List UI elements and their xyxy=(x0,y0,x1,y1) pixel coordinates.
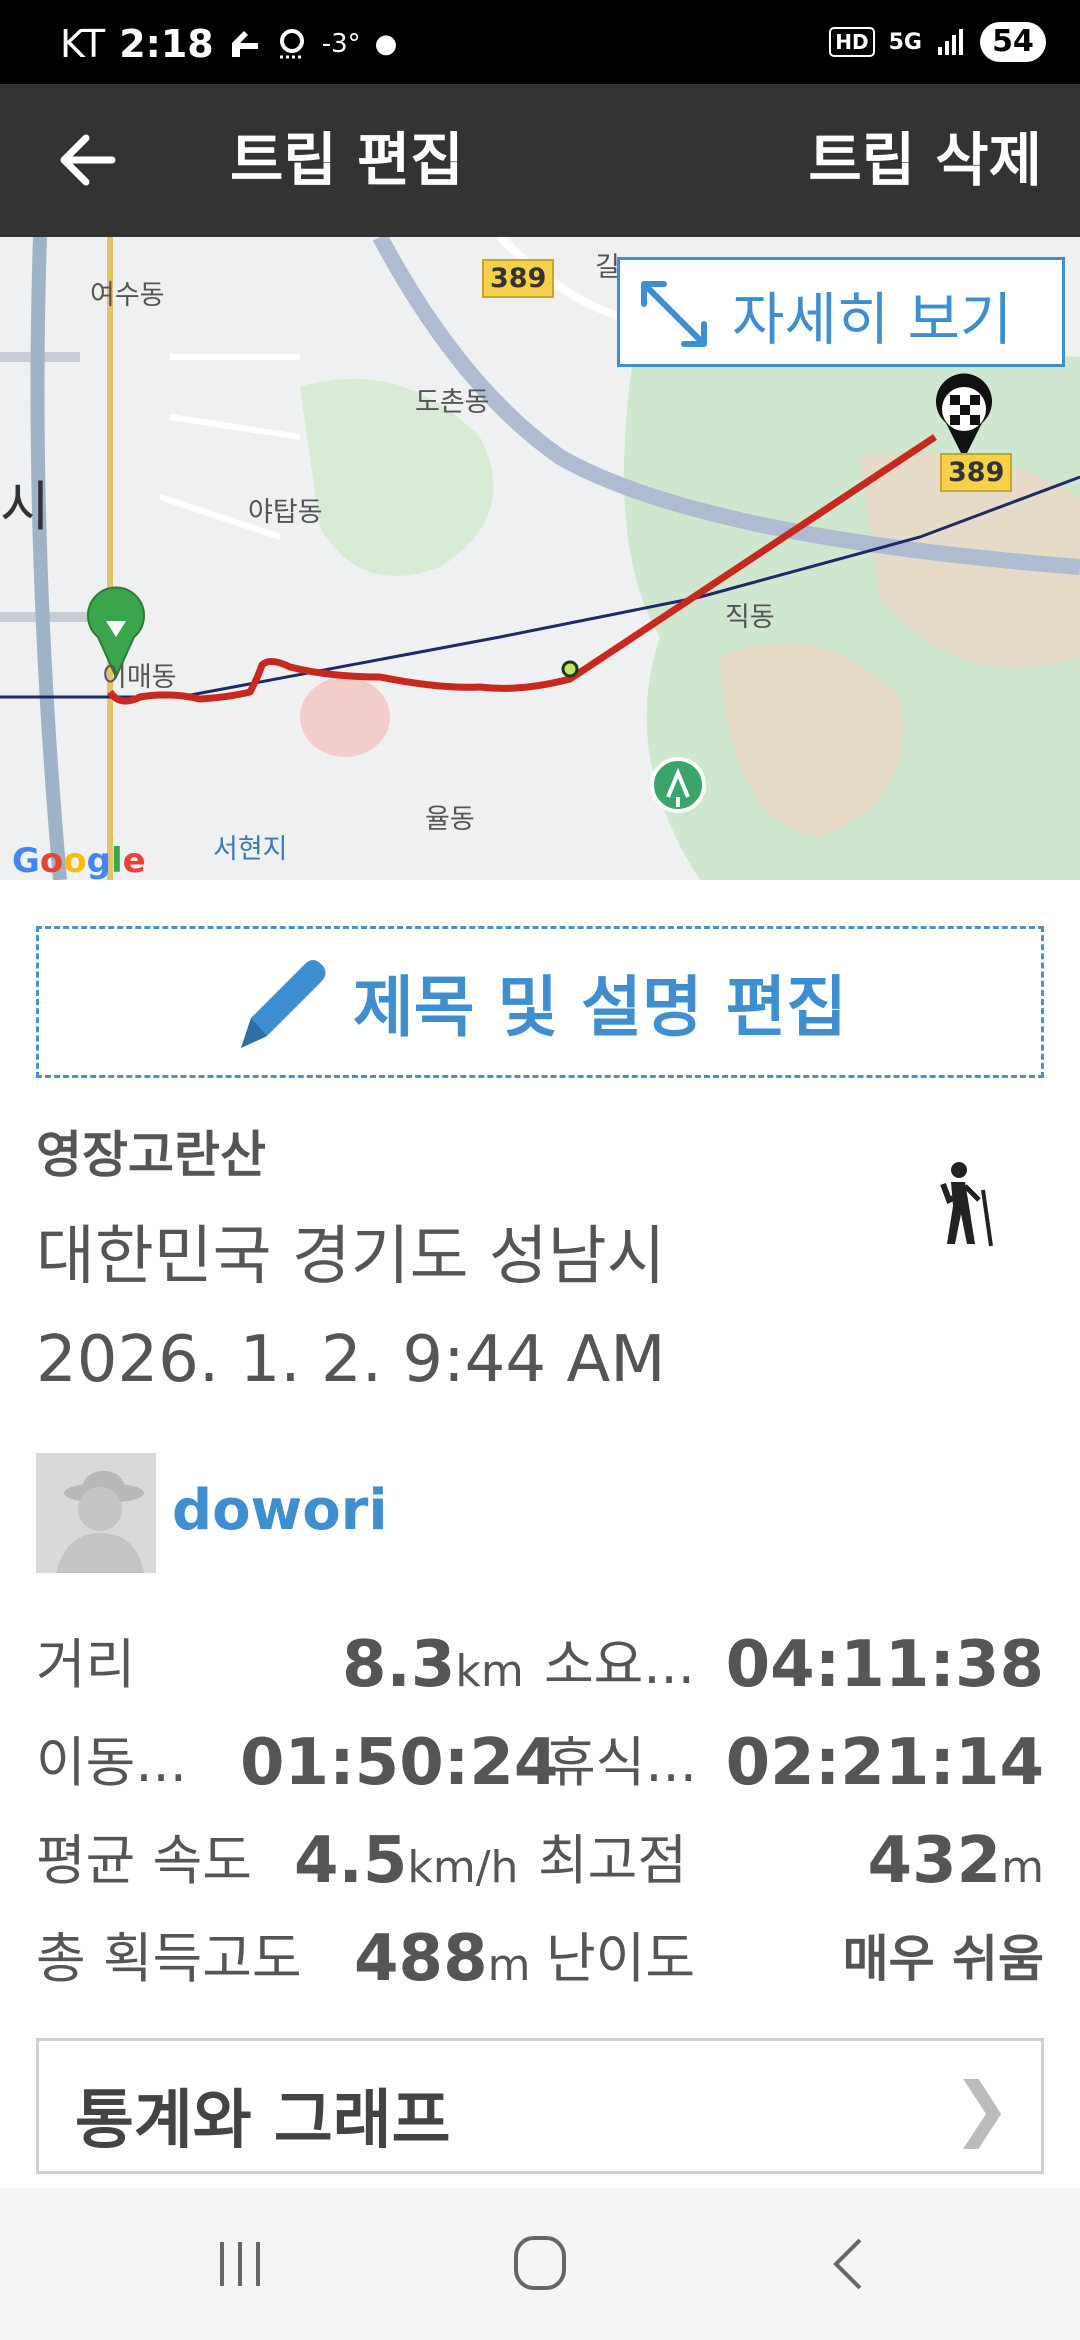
user-avatar[interactable] xyxy=(36,1453,156,1573)
avg-speed-label: 평균 속도 xyxy=(36,1829,252,1892)
duration-value: 04:11:38 xyxy=(725,1628,1044,1702)
stats-row-2: 이동... 01:50:24 휴식... 02:21:14 xyxy=(36,1718,1044,1808)
elevation-gain-value: 488m xyxy=(354,1914,530,2020)
difficulty-label: 난이도 xyxy=(546,1927,696,1990)
map-label-yul: 율동 xyxy=(425,804,475,835)
elevation-gain-label: 총 획득고도 xyxy=(36,1927,302,1990)
weather-icon xyxy=(279,29,304,59)
map-label-imae: 이매동 xyxy=(102,662,177,693)
trip-map[interactable]: 여수동 도촌동 야탑동 이매동 직동 율동 서현지 시 길 389 389 자세… xyxy=(0,237,1080,880)
hd-badge: HD xyxy=(829,27,875,57)
battery-indicator: 54 xyxy=(980,22,1046,62)
expand-icon xyxy=(641,281,707,347)
carrier-label: KT xyxy=(60,22,106,66)
arrow-left-icon xyxy=(60,134,116,186)
stats-row-4: 총 획득고도 488m 난이도 매우 쉬움 xyxy=(36,1914,1044,2004)
signal-icon xyxy=(938,29,963,55)
navigation-icon xyxy=(231,31,258,57)
stats-row-3: 평균 속도 4.5km/h 최고점 432m xyxy=(36,1816,1044,1906)
max-altitude-unit: m xyxy=(1001,1842,1044,1893)
recent-apps-button[interactable] xyxy=(200,2228,280,2300)
user-silhouette-icon xyxy=(36,1453,156,1573)
distance-number: 8.3 xyxy=(342,1628,456,1702)
hiker-icon xyxy=(940,1162,993,1247)
username-link[interactable]: dowori xyxy=(172,1478,388,1543)
map-label-dochon: 도촌동 xyxy=(415,387,490,418)
back-button[interactable] xyxy=(52,124,124,196)
page-title: 트립 편집 xyxy=(230,126,464,194)
google-logo: Google xyxy=(12,841,146,880)
map-label-yatap: 야탑동 xyxy=(248,497,323,528)
moving-time-label: 이동... xyxy=(36,1731,187,1794)
temperature: -3° xyxy=(321,29,361,59)
status-right: HD 5G 54 xyxy=(829,22,1046,62)
trip-name: 영장고란산 xyxy=(36,1126,266,1184)
trip-date: 2026. 1. 2. 9:44 AM xyxy=(36,1323,666,1397)
moving-time-value: 01:50:24 xyxy=(240,1726,559,1800)
edit-title-description-button[interactable]: 제목 및 설명 편집 xyxy=(36,926,1044,1078)
trip-location: 대한민국 경기도 성남시 xyxy=(36,1220,666,1294)
expand-map-button[interactable]: 자세히 보기 xyxy=(617,257,1065,367)
map-label-si: 시 xyxy=(0,475,50,538)
system-back-button[interactable] xyxy=(810,2228,890,2300)
distance-value: 8.3km xyxy=(342,1620,524,1726)
stats-graph-label: 통계와 그래프 xyxy=(75,2084,451,2158)
expand-map-label: 자세히 보기 xyxy=(732,287,1013,353)
clock: 2:18 xyxy=(119,22,214,66)
stats-graph-button[interactable]: 통계와 그래프 ❯ xyxy=(36,2038,1044,2174)
stats-row-1: 거리 8.3km 소요... 04:11:38 xyxy=(36,1620,1044,1710)
avg-speed-number: 4.5 xyxy=(294,1824,408,1898)
home-button[interactable] xyxy=(500,2228,580,2300)
distance-unit: km xyxy=(455,1646,524,1697)
max-altitude-label: 최고점 xyxy=(538,1829,688,1892)
duration-label: 소요... xyxy=(544,1633,695,1696)
home-icon xyxy=(514,2236,566,2290)
network-badge: 5G xyxy=(888,29,922,55)
road-number-badge-2: 389 xyxy=(940,453,1013,492)
edit-title-description-label: 제목 및 설명 편집 xyxy=(353,969,847,1046)
chevron-left-icon xyxy=(833,2238,862,2290)
rest-time-label: 휴식... xyxy=(546,1731,697,1794)
map-label-seohyeon: 서현지 xyxy=(213,834,288,865)
map-label-yeosu: 여수동 xyxy=(90,280,165,311)
road-number-badge: 389 xyxy=(482,259,555,298)
elevation-gain-unit: m xyxy=(487,1940,531,1991)
dot-icon: ● xyxy=(374,29,398,59)
avg-speed-unit: km/h xyxy=(407,1842,519,1893)
map-label-jik: 직동 xyxy=(725,602,775,633)
distance-label: 거리 xyxy=(36,1633,136,1696)
status-bar: KT 2:18 -3° ● HD 5G 54 xyxy=(0,0,1080,84)
difficulty-value: 매우 쉬움 xyxy=(842,1930,1044,1988)
avg-speed-value: 4.5km/h xyxy=(294,1816,518,1922)
chevron-right-icon: ❯ xyxy=(952,2067,1011,2149)
delete-trip-button[interactable]: 트립 삭제 xyxy=(808,122,1042,198)
system-nav-bar xyxy=(0,2188,1080,2340)
max-altitude-number: 432 xyxy=(867,1824,1002,1898)
max-altitude-value: 432m xyxy=(868,1816,1044,1922)
pencil-icon xyxy=(241,960,326,1048)
status-left: KT 2:18 -3° ● xyxy=(60,22,397,66)
recent-apps-icon xyxy=(220,2242,260,2286)
rest-time-value: 02:21:14 xyxy=(725,1726,1044,1800)
app-bar: 트립 편집 트립 삭제 xyxy=(0,84,1080,237)
elevation-gain-number: 488 xyxy=(354,1922,488,1996)
